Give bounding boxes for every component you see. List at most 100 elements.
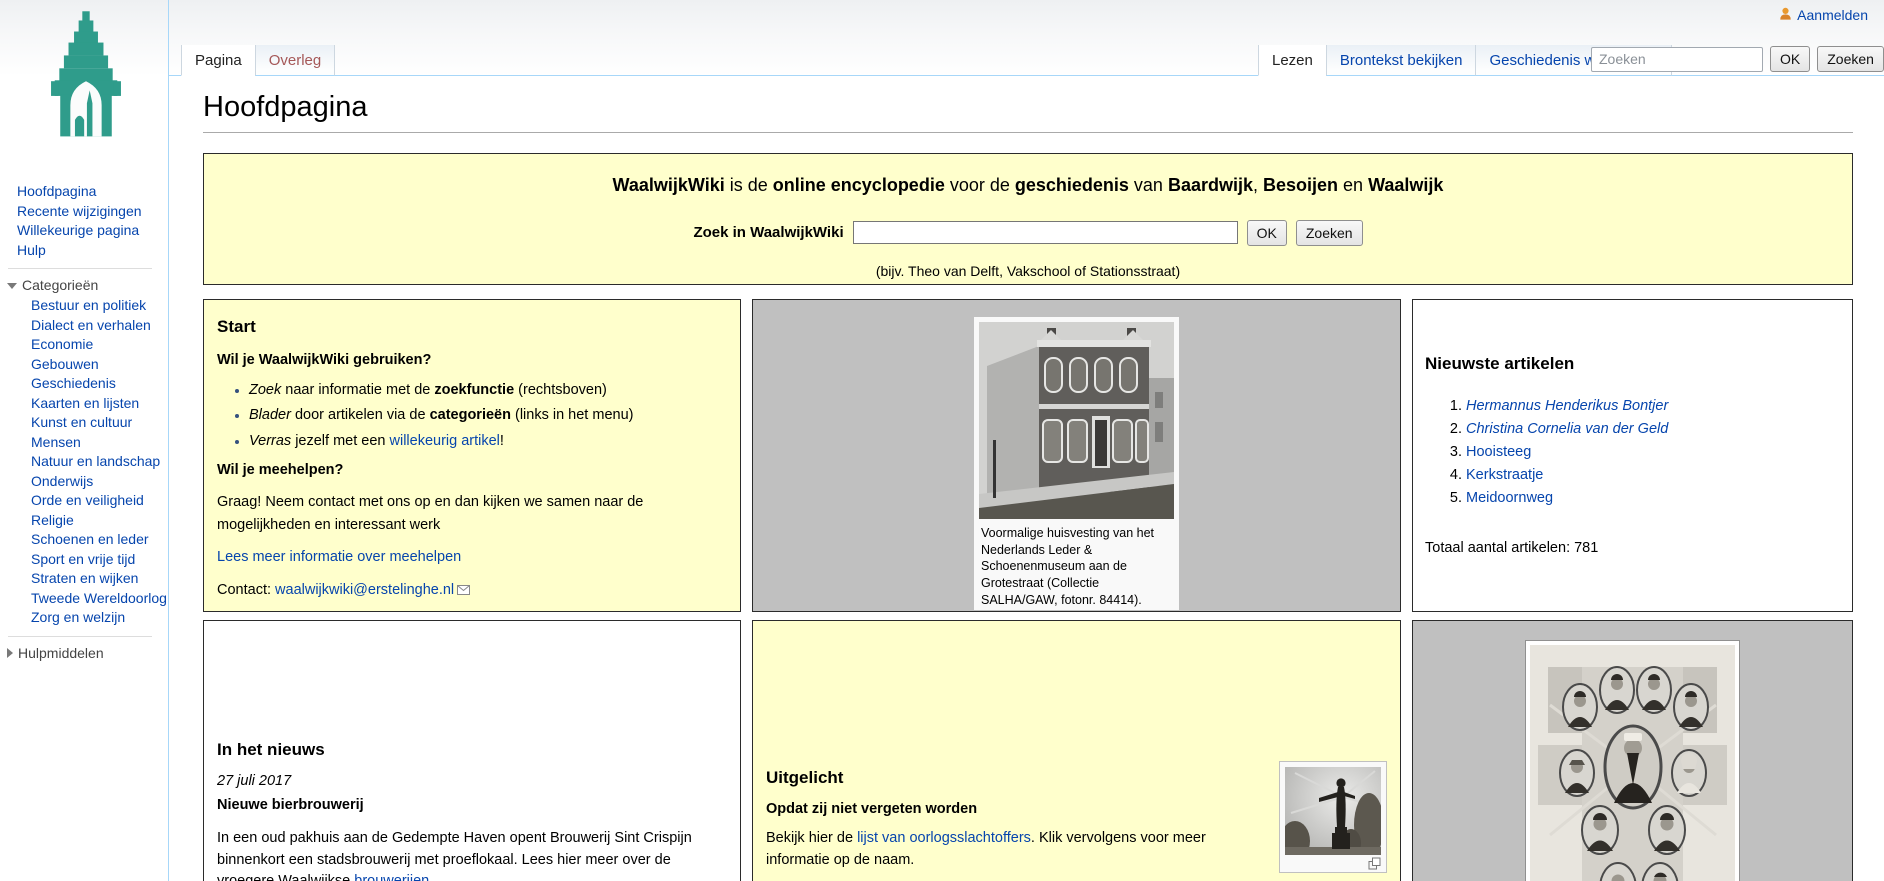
breweries-link[interactable]: brouwerijen — [354, 873, 429, 881]
banner-search-label: Zoek in WaalwijkWiki — [693, 224, 843, 241]
headline-part: WaalwijkWiki — [613, 175, 725, 195]
headline-part: van — [1129, 175, 1168, 195]
featured-body: Bekijk hier de lijst van oorlogsslachtof… — [766, 828, 1216, 872]
sidebar-item-kunst-en-cultuur[interactable]: Kunst en cultuur — [31, 413, 168, 433]
bullet-text: naar informatie met de — [281, 382, 434, 398]
chevron-down-icon — [7, 283, 17, 289]
tab-brontekst-bekijken[interactable]: Brontekst bekijken — [1326, 45, 1476, 76]
sidebar-item-tweede-wereldoorlog[interactable]: Tweede Wereldoorlog — [31, 589, 168, 609]
sidebar-item-economie[interactable]: Economie — [31, 335, 168, 355]
banner-zoeken-button[interactable]: Zoeken — [1296, 220, 1363, 246]
portrait-collage-photo[interactable] — [1530, 645, 1735, 881]
bullet-text: (links in het menu) — [511, 407, 634, 423]
museum-photo[interactable] — [979, 322, 1174, 519]
more-info-link[interactable]: Lees meer informatie over meehelpen — [217, 549, 461, 565]
tools-portal-toggle[interactable]: Hulpmiddelen — [0, 644, 168, 663]
headline-part: Baardwijk — [1168, 175, 1253, 195]
sidebar-item-sport-en-vrije-tijd[interactable]: Sport en vrije tijd — [31, 550, 168, 570]
search-go-button[interactable]: OK — [1770, 46, 1810, 72]
news-body: In een oud pakhuis aan de Gedempte Haven… — [217, 828, 726, 881]
article-link[interactable]: Hermannus Henderikus Bontjer — [1466, 398, 1668, 414]
sidebar-item-kaarten-en-lijsten[interactable]: Kaarten en lijsten — [31, 394, 168, 414]
sidebar-item-mensen[interactable]: Mensen — [31, 433, 168, 453]
sidebar-item-dialect-en-verhalen[interactable]: Dialect en verhalen — [31, 316, 168, 336]
search-input[interactable] — [1591, 47, 1763, 72]
article-link[interactable]: Meidoornweg — [1466, 490, 1553, 506]
bullet-text: Verras — [249, 433, 291, 449]
headline-part: is de — [725, 175, 773, 195]
tools-portal-title: Hulpmiddelen — [18, 644, 104, 663]
banner-search-input[interactable] — [853, 221, 1238, 244]
headline-part: Besoijen — [1263, 175, 1338, 195]
sidebar-item-straten-en-wijken[interactable]: Straten en wijken — [31, 569, 168, 589]
magnify-icon[interactable] — [1368, 857, 1381, 870]
tab-pagina[interactable]: Pagina — [181, 45, 255, 76]
categories-portal-title: Categorieën — [22, 276, 98, 295]
tab-overleg[interactable]: Overleg — [255, 45, 336, 76]
article-link[interactable]: Christina Cornelia van der Geld — [1466, 421, 1668, 437]
categories-list: Bestuur en politiek Dialect en verhalen … — [0, 296, 168, 628]
start-question-1: Wil je WaalwijkWiki gebruiken? — [217, 349, 726, 371]
newest-list: Hermannus Henderikus Bontjer Christina C… — [1425, 393, 1840, 511]
sidebar-item-schoenen-en-leder[interactable]: Schoenen en leder — [31, 530, 168, 550]
sidebar-item-onderwijs[interactable]: Onderwijs — [31, 472, 168, 492]
site-logo[interactable] — [40, 6, 132, 138]
main-grid: Start Wil je WaalwijkWiki gebruiken? Zoe… — [203, 299, 1853, 881]
featured-box: Uitgelicht Opdat zij niet vergeten worde… — [752, 620, 1401, 881]
article-link[interactable]: Hooisteeg — [1466, 444, 1531, 460]
start-bullet: Verras jezelf met een willekeurig artike… — [249, 430, 726, 452]
museum-thumb-card: Voormalige huisvesting van het Nederland… — [973, 316, 1180, 611]
newest-title: Nieuwste artikelen — [1425, 354, 1840, 374]
sidebar-item-religie[interactable]: Religie — [31, 511, 168, 531]
sidebar-separator-2 — [8, 636, 152, 637]
museum-box: Voormalige huisvesting van het Nederland… — [752, 299, 1401, 612]
search-button[interactable]: Zoeken — [1817, 46, 1884, 72]
sidebar-item-recente-wijzigingen[interactable]: Recente wijzigingen — [17, 202, 168, 222]
sidebar-item-zorg-en-welzijn[interactable]: Zorg en welzijn — [31, 608, 168, 628]
museum-caption: Voormalige huisvesting van het Nederland… — [979, 519, 1174, 611]
page-title: Hoofdpagina — [203, 90, 1853, 133]
article-link[interactable]: Kerkstraatje — [1466, 467, 1543, 483]
sidebar-item-bestuur-en-politiek[interactable]: Bestuur en politiek — [31, 296, 168, 316]
headline-part: voor de — [945, 175, 1015, 195]
news-text: . — [429, 873, 433, 881]
welcome-banner: WaalwijkWiki is de online encyclopedie v… — [203, 153, 1853, 285]
start-question-2: Wil je meehelpen? — [217, 459, 726, 481]
banner-ok-button[interactable]: OK — [1247, 220, 1287, 246]
bullet-text: categorieën — [430, 407, 511, 423]
sidebar-item-orde-en-veiligheid[interactable]: Orde en veiligheid — [31, 491, 168, 511]
sidebar-item-willekeurige-pagina[interactable]: Willekeurige pagina — [17, 221, 168, 241]
collage-card — [1525, 640, 1740, 881]
news-subtitle: Nieuwe bierbrouwerij — [217, 795, 726, 817]
collage-box — [1412, 620, 1853, 881]
bullet-text: Zoek — [249, 382, 281, 398]
start-help-text: Graag! Neem contact met ons op en dan ki… — [217, 491, 726, 536]
chevron-right-icon — [7, 648, 13, 658]
statue-photo[interactable] — [1285, 767, 1381, 855]
list-item: Hermannus Henderikus Bontjer — [1466, 396, 1840, 416]
login-link[interactable]: Aanmelden — [1797, 7, 1868, 23]
list-item: Meidoornweg — [1466, 488, 1840, 508]
user-icon — [1779, 7, 1792, 23]
start-bullets: Zoek naar informatie met de zoekfunctie … — [217, 379, 726, 452]
categories-portal-toggle[interactable]: Categorieën — [0, 276, 168, 295]
sidebar-item-geschiedenis[interactable]: Geschiedenis — [31, 374, 168, 394]
list-item: Christina Cornelia van der Geld — [1466, 419, 1840, 439]
sidebar-item-hoofdpagina[interactable]: Hoofdpagina — [17, 182, 168, 202]
page-content: Hoofdpagina WaalwijkWiki is de online en… — [169, 76, 1884, 881]
sidebar-item-gebouwen[interactable]: Gebouwen — [31, 355, 168, 375]
contact-email-link[interactable]: waalwijkwiki@erstelinghe.nl — [275, 582, 454, 598]
news-box: In het nieuws 27 juli 2017 Nieuwe bierbr… — [203, 620, 741, 881]
start-title: Start — [217, 314, 726, 340]
contact-label: Contact: — [217, 582, 275, 598]
bullet-text: jezelf met een — [291, 433, 389, 449]
banner-search: Zoek in WaalwijkWiki OK Zoeken — [204, 220, 1852, 246]
sidebar-item-natuur-en-landschap[interactable]: Natuur en landschap — [31, 452, 168, 472]
tab-lezen[interactable]: Lezen — [1258, 45, 1326, 76]
sidebar-item-hulp[interactable]: Hulp — [17, 241, 168, 261]
sidebar-separator — [8, 268, 152, 269]
war-victims-link[interactable]: lijst van oorlogsslachtoffers — [857, 830, 1031, 846]
start-bullet: Blader door artikelen via de categorieën… — [249, 404, 726, 426]
random-article-link[interactable]: willekeurig artikel — [390, 433, 500, 449]
mail-icon — [457, 583, 470, 599]
